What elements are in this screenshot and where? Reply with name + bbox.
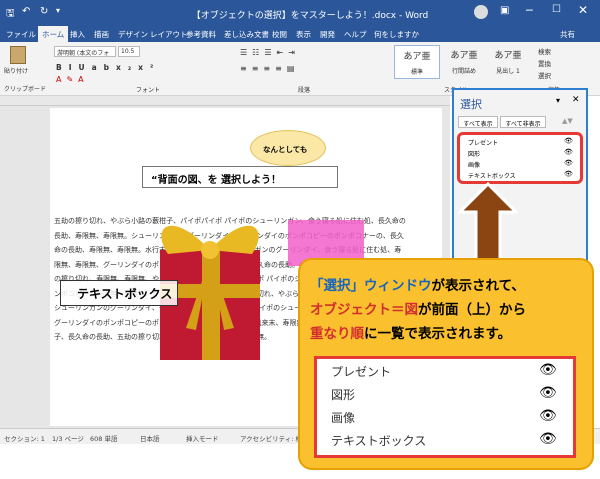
callout-line1-rest: が表示されて、 bbox=[431, 278, 525, 294]
ribbon-options-icon[interactable]: ▣ bbox=[500, 5, 509, 16]
paragraph-group-label: 段落 bbox=[298, 87, 311, 94]
eye-icon: 👁 bbox=[539, 385, 557, 401]
font-size-select[interactable]: 10.5 bbox=[118, 46, 140, 57]
callout-line2: オブジェクト＝図が前面（上）から bbox=[310, 298, 526, 318]
font-color-buttons[interactable]: A✎A bbox=[56, 75, 89, 84]
eye-icon: 👁 bbox=[539, 362, 557, 378]
text-box-label: テキストボックス bbox=[77, 287, 173, 301]
style-name: 標準 bbox=[410, 69, 423, 76]
eye-icon: 👁 bbox=[539, 431, 557, 447]
select-button[interactable]: 選択 bbox=[538, 70, 551, 80]
tell-me[interactable]: 何をしますか bbox=[374, 29, 419, 40]
tab-view[interactable]: 表示 bbox=[296, 29, 311, 40]
callout-line1-window: ウィンドウ bbox=[364, 278, 432, 294]
font-group-label: フォント bbox=[136, 87, 161, 94]
status-section: セクション: 1 bbox=[4, 435, 45, 443]
window-title: 【オブジェクトの選択】をマスターしよう！.docx - Word bbox=[191, 11, 429, 21]
tab-help[interactable]: ヘルプ bbox=[344, 29, 367, 40]
share-button[interactable]: 共有 bbox=[560, 29, 575, 40]
undo-icon[interactable]: ↶ bbox=[22, 6, 30, 17]
tab-developer[interactable]: 開発 bbox=[320, 29, 335, 40]
callout-item-textbox: テキストボックス bbox=[331, 434, 427, 448]
status-language: 日本語 bbox=[140, 435, 160, 443]
close-icon[interactable]: ✕ bbox=[578, 3, 588, 17]
font-name-select[interactable]: 游明朝 (本文のフォ bbox=[54, 46, 116, 57]
maximize-icon[interactable]: ☐ bbox=[552, 4, 561, 15]
status-mode: 挿入モード bbox=[186, 435, 219, 443]
clipboard-group-label: クリップボード bbox=[4, 86, 47, 93]
callout-item-present: プレゼント bbox=[331, 365, 392, 379]
paste-icon[interactable] bbox=[10, 46, 26, 64]
callout-line3: 重なり順に一覧で表示されます。 bbox=[310, 322, 511, 342]
eye-icon[interactable]: 👁 bbox=[564, 170, 573, 178]
style-name: 行間詰め bbox=[451, 68, 476, 75]
title-bar: 🖫 ↶ ↻ ▾ 【オブジェクトの選択】をマスターしよう！.docx - Word… bbox=[0, 0, 600, 26]
bubble-text: なんとしても bbox=[263, 145, 308, 154]
callout-item-shape: 図形 bbox=[331, 388, 356, 402]
pane-close-icon[interactable]: ✕ bbox=[572, 95, 580, 105]
font-format-buttons[interactable]: BIUabx₂x² bbox=[56, 63, 160, 72]
tab-home[interactable]: ホーム bbox=[38, 26, 69, 42]
callout-line3-order: 重なり順 bbox=[310, 326, 364, 342]
list-buttons[interactable]: ☰☷☰⇤⇥ bbox=[240, 48, 300, 57]
arrow-up-icon bbox=[458, 182, 518, 266]
callout-line3-rest: に一覧で表示されます。 bbox=[364, 326, 512, 342]
tab-references[interactable]: 参考資料 bbox=[186, 29, 216, 40]
redo-icon[interactable]: ↻ bbox=[40, 6, 48, 17]
tab-review[interactable]: 校閲 bbox=[272, 29, 287, 40]
callout-line2-rest: が前面（上）から bbox=[418, 302, 526, 318]
style-no-spacing[interactable]: あア亜 行間詰め bbox=[442, 45, 486, 79]
callout-line2-object: オブジェクト＝図 bbox=[310, 302, 418, 318]
text-box[interactable]: テキストボックス bbox=[60, 280, 178, 306]
order-arrows[interactable]: ▲▼ bbox=[562, 117, 573, 125]
customize-qat-icon[interactable]: ▾ bbox=[56, 6, 60, 15]
style-name: 見出し 1 bbox=[496, 68, 520, 75]
tab-draw[interactable]: 描画 bbox=[94, 29, 109, 40]
find-button[interactable]: 検索 bbox=[538, 46, 551, 56]
align-buttons[interactable]: ≡≡≡≡▤ bbox=[240, 64, 299, 73]
show-all-button[interactable]: すべて表示 bbox=[458, 116, 498, 128]
callout-line1-select: 「選択」 bbox=[310, 278, 364, 294]
pane-list: プレゼント 図形 画像 テキストボックス 👁 👁 👁 👁 bbox=[457, 132, 583, 184]
eye-icon[interactable]: 👁 bbox=[564, 137, 573, 145]
speech-bubble[interactable]: なんとしても bbox=[250, 130, 326, 166]
explanation-callout: 「選択」ウィンドウが表示されて、 オブジェクト＝図が前面（上）から 重なり順に一… bbox=[298, 258, 594, 470]
title-text-label: “背面の図、を 選択しよう！ bbox=[151, 175, 282, 186]
replace-button[interactable]: 置換 bbox=[538, 58, 551, 68]
style-preview: あア亜 bbox=[494, 51, 522, 61]
pane-item-textbox[interactable]: テキストボックス bbox=[468, 171, 516, 180]
eye-icon[interactable]: 👁 bbox=[564, 159, 573, 167]
pane-title: 選択 bbox=[460, 98, 482, 111]
style-normal[interactable]: あア亜 標準 bbox=[394, 45, 440, 79]
title-text[interactable]: “背面の図、を 選択しよう！ bbox=[142, 166, 338, 188]
eye-icon: 👁 bbox=[539, 408, 557, 424]
tab-design[interactable]: デザイン bbox=[118, 29, 148, 40]
tab-insert[interactable]: 挿入 bbox=[70, 29, 85, 40]
tab-layout[interactable]: レイアウト bbox=[150, 29, 188, 40]
style-preview: あア亜 bbox=[403, 52, 431, 62]
tab-file[interactable]: ファイル bbox=[6, 29, 36, 40]
avatar-icon[interactable] bbox=[474, 5, 488, 19]
callout-list: プレゼント 図形 画像 テキストボックス 👁 👁 👁 👁 bbox=[314, 356, 576, 458]
paste-label[interactable]: 貼り付け bbox=[4, 66, 28, 75]
pane-item-shape[interactable]: 図形 bbox=[468, 149, 480, 158]
minimize-icon[interactable]: ─ bbox=[526, 4, 533, 17]
callout-line1: 「選択」ウィンドウが表示されて、 bbox=[310, 274, 525, 294]
ribbon-tabs: ファイル ホーム 挿入 描画 デザイン レイアウト 参考資料 差し込み文書 校閲… bbox=[0, 26, 600, 42]
eye-icon[interactable]: 👁 bbox=[564, 148, 573, 156]
pane-item-image[interactable]: 画像 bbox=[468, 160, 480, 169]
status-page: 1/3 ページ bbox=[52, 435, 84, 443]
hide-all-button[interactable]: すべて非表示 bbox=[500, 116, 546, 128]
style-preview: あア亜 bbox=[450, 51, 478, 61]
style-heading1[interactable]: あア亜 見出し 1 bbox=[488, 45, 528, 79]
callout-item-image: 画像 bbox=[331, 411, 356, 425]
horizontal-ruler bbox=[0, 96, 450, 106]
status-words: 608 単語 bbox=[90, 435, 118, 443]
pane-item-present[interactable]: プレゼント bbox=[468, 138, 498, 147]
pane-options-icon[interactable]: ▾ bbox=[556, 96, 560, 105]
save-icon[interactable]: 🖫 bbox=[6, 6, 15, 23]
tab-mailings[interactable]: 差し込み文書 bbox=[224, 29, 269, 40]
